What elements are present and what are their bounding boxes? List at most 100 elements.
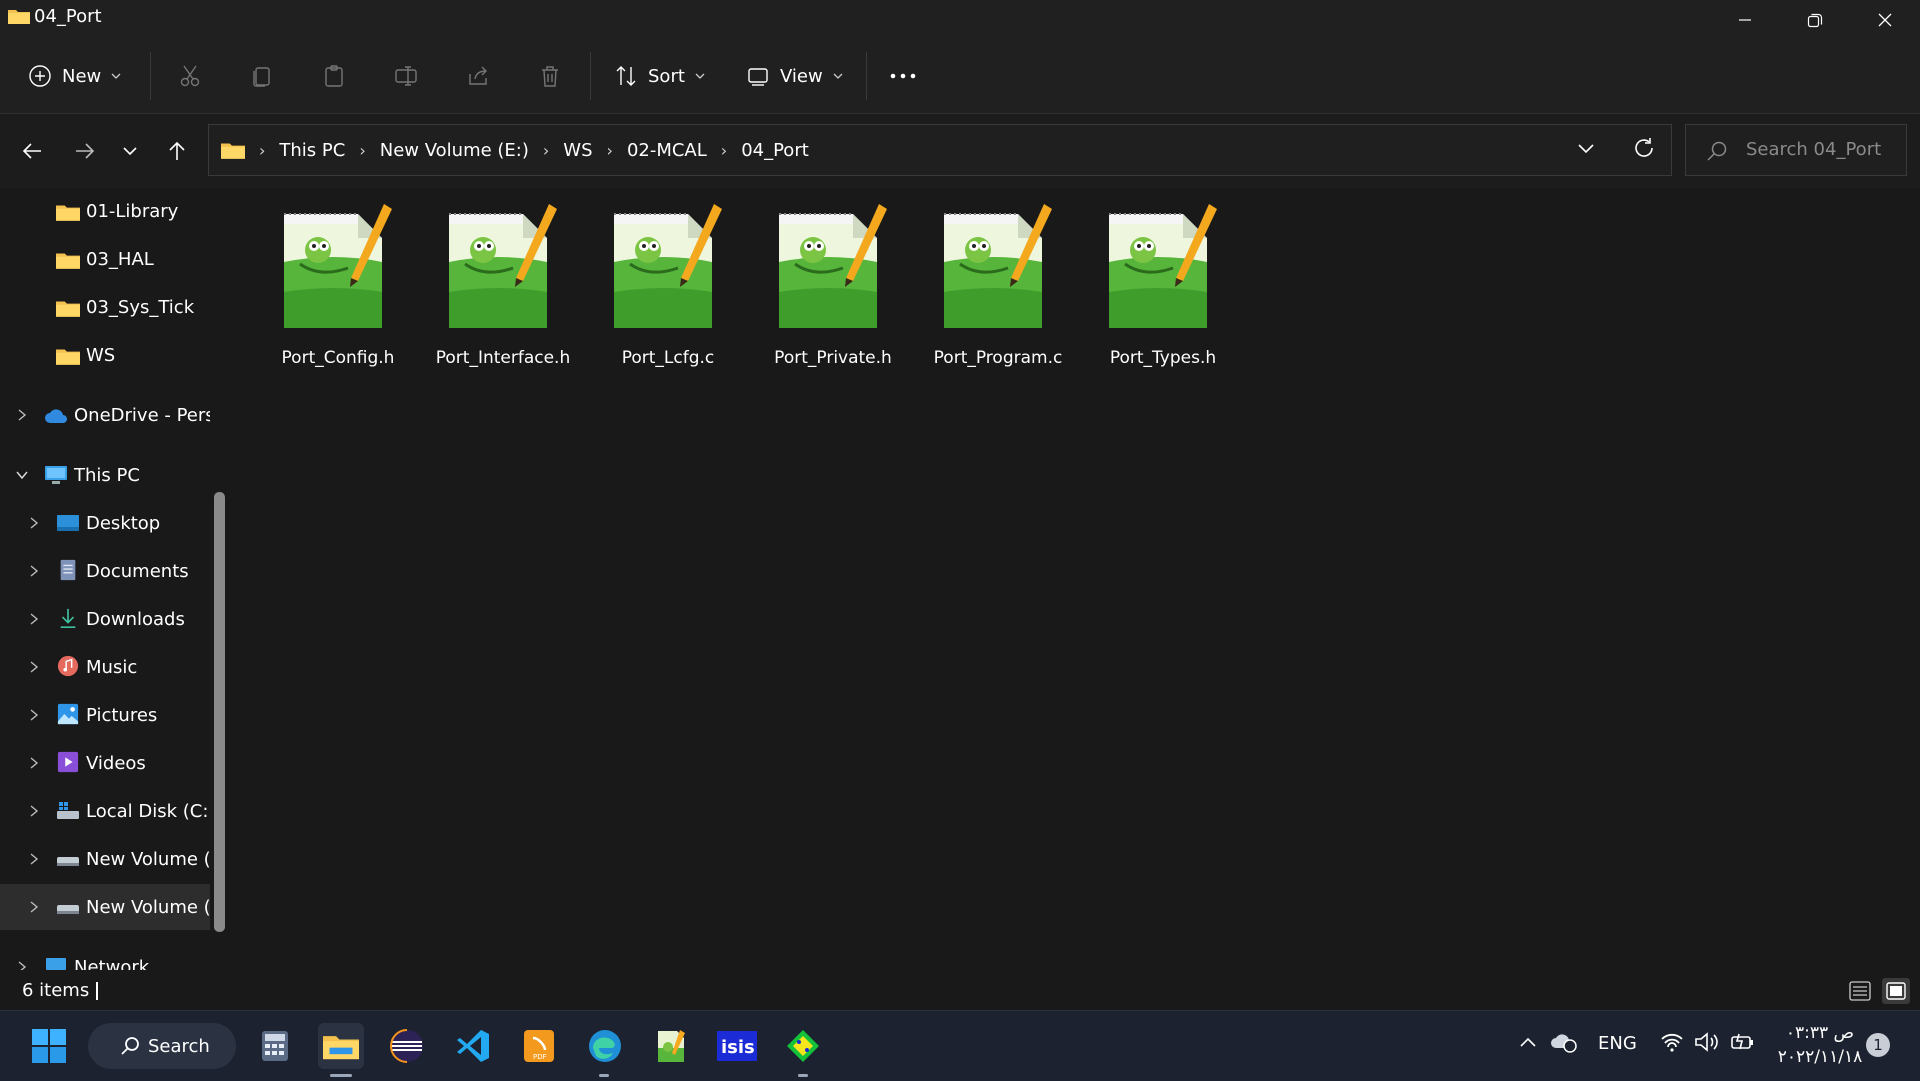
taskbar-eclipse[interactable] [384,1023,430,1069]
volume-tray-button[interactable] [1694,1031,1720,1058]
chevron-right-icon[interactable] [27,516,41,530]
chevron-right-icon[interactable] [27,660,41,674]
sidebar-item-documents[interactable]: Documents [0,548,210,594]
show-hidden-icons-button[interactable] [1518,1033,1538,1058]
start-button[interactable] [26,1023,72,1069]
view-button[interactable]: View [746,56,843,96]
copy-button[interactable] [250,56,274,96]
chevron-right-icon[interactable]: › [543,141,549,160]
paste-button[interactable] [322,56,346,96]
chevron-right-icon[interactable]: › [359,141,365,160]
breadcrumb-02-mcal[interactable]: 02-MCAL [627,140,707,161]
file-item[interactable]: Port_Private.h [751,202,911,372]
breadcrumb-new-volume-e[interactable]: New Volume (E:) [380,140,529,161]
taskbar-isis[interactable]: isis [714,1023,760,1069]
sidebar-item-03-hal[interactable]: 03_HAL [0,236,210,282]
taskbar-search-button[interactable]: Search [88,1023,236,1069]
delete-icon [542,66,558,87]
file-item[interactable]: Port_Interface.h [421,202,581,372]
sidebar-item-ws[interactable]: WS [0,332,210,378]
chevron-right-icon[interactable] [27,900,41,914]
large-icons-view-button[interactable] [1882,978,1910,1004]
back-button[interactable] [13,132,51,170]
sidebar-item-pictures[interactable]: Pictures [0,692,210,738]
onedrive-tray-button[interactable] [1550,1031,1578,1058]
breadcrumb-this-pc[interactable]: This PC [279,140,345,161]
sidebar-item-videos[interactable]: Videos [0,740,210,786]
file-item[interactable]: Port_Types.h [1081,202,1241,372]
chevron-right-icon[interactable] [27,756,41,770]
chevron-right-icon[interactable] [15,408,29,422]
chevron-right-icon[interactable] [27,708,41,722]
minimize-button[interactable] [1710,0,1780,40]
downloads-icon [60,608,76,628]
chevron-right-icon[interactable]: › [607,141,613,160]
address-history-button[interactable] [1577,139,1595,161]
share-button[interactable] [466,56,490,96]
file-explorer-icon [323,1036,359,1060]
sort-button[interactable]: Sort [614,56,705,96]
more-options-button[interactable] [888,56,918,96]
svg-text:PDF: PDF [533,1053,547,1061]
chevron-up-icon [1520,1037,1536,1047]
sidebar-item-03-sys-tick[interactable]: 03_Sys_Tick [0,284,210,330]
sidebar-item-label: 03_HAL [86,248,154,270]
taskbar-ares[interactable] [780,1023,826,1069]
delete-button[interactable] [538,56,562,96]
taskbar-edge[interactable] [582,1023,628,1069]
chevron-right-icon[interactable] [27,564,41,578]
sidebar-item-downloads[interactable]: Downloads [0,596,210,642]
refresh-button[interactable] [1633,137,1655,163]
chevron-right-icon[interactable] [15,960,29,970]
file-name: Port_Types.h [1109,348,1217,368]
sidebar-item-music[interactable]: Music [0,644,210,690]
file-item[interactable]: Port_Program.c [916,202,1076,372]
pc-icon [45,466,67,484]
chevron-down-icon[interactable] [15,468,29,482]
sidebar-item-01-library[interactable]: 01-Library [0,188,210,234]
up-button[interactable] [158,132,196,170]
file-item[interactable]: Port_Config.h [256,202,416,372]
taskbar-vscode[interactable] [450,1023,496,1069]
file-item[interactable]: Port_Lcfg.c [586,202,746,372]
taskbar-calculator[interactable] [252,1023,298,1069]
restore-button[interactable] [1780,0,1850,40]
chevron-right-icon[interactable] [27,852,41,866]
clock[interactable]: ص ٠٣:٣٣ ٢٠٢٢/١١/١٨ [1770,1021,1870,1069]
recent-locations-button[interactable] [111,132,149,170]
sidebar-item-new-volume-e[interactable]: New Volume (E: [0,884,210,930]
network-tray-button[interactable] [1660,1031,1684,1058]
sidebar-item-desktop[interactable]: Desktop [0,500,210,546]
rename-button[interactable] [394,56,420,96]
toolbar-separator [590,52,591,100]
search-input[interactable]: Search 04_Port [1685,124,1907,176]
chevron-right-icon[interactable] [27,612,41,626]
taskbar-file-explorer[interactable] [318,1023,364,1069]
breadcrumb-04-port[interactable]: 04_Port [741,140,809,161]
sidebar-item-local-disk-c[interactable]: Local Disk (C:) [0,788,210,834]
address-bar[interactable]: › This PC › New Volume (E:) › WS › 02-MC… [208,124,1672,176]
navigation-scrollbar[interactable] [214,492,225,932]
chevron-right-icon[interactable]: › [721,141,727,160]
sidebar-item-this-pc[interactable]: This PC [0,452,210,498]
chevron-right-icon[interactable] [27,804,41,818]
chevron-down-icon [123,147,137,156]
taskbar-notepadpp[interactable] [648,1023,694,1069]
breadcrumb-ws[interactable]: WS [563,140,592,161]
new-button[interactable]: New [28,56,121,96]
input-language[interactable]: ENG [1598,1033,1637,1054]
onedrive-sync-icon [1551,1034,1577,1053]
sidebar-item-onedrive[interactable]: OneDrive - Perso [0,392,210,438]
taskbar-pdf-app[interactable]: PDF [516,1023,562,1069]
details-view-button[interactable] [1848,980,1872,1006]
cut-button[interactable] [178,56,202,96]
sidebar-item-new-volume-d[interactable]: New Volume (D [0,836,210,882]
windows-start-icon [32,1029,66,1063]
close-button[interactable] [1850,0,1920,40]
forward-button[interactable] [66,132,104,170]
notification-badge[interactable]: 1 [1866,1033,1890,1057]
sidebar-item-network[interactable]: Network [0,944,210,970]
battery-tray-button[interactable] [1730,1031,1756,1058]
taskbar-search-label: Search [148,1035,210,1057]
taskbar: Search PDF isis ENG ص ٠٣:٣٣ ٢٠٢٢/١١/١٨ 1 [0,1010,1920,1081]
